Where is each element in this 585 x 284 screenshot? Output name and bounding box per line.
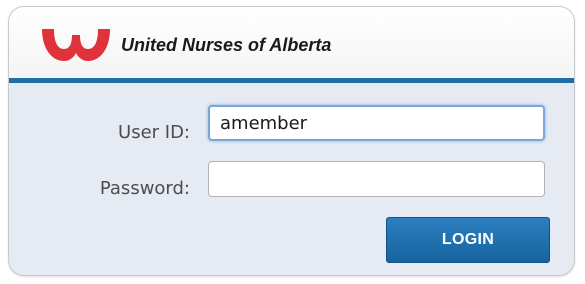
login-button[interactable]: LOGIN bbox=[386, 217, 550, 263]
login-panel: United Nurses of Alberta User ID: Passwo… bbox=[8, 6, 575, 276]
user-id-input[interactable] bbox=[208, 105, 545, 141]
header-divider bbox=[9, 78, 574, 83]
organization-name: United Nurses of Alberta bbox=[121, 35, 332, 55]
una-logo-icon bbox=[42, 29, 110, 61]
password-input[interactable] bbox=[208, 161, 545, 197]
user-id-label: User ID: bbox=[118, 122, 190, 143]
password-label: Password: bbox=[99, 178, 190, 199]
header-bar: United Nurses of Alberta bbox=[9, 7, 574, 78]
